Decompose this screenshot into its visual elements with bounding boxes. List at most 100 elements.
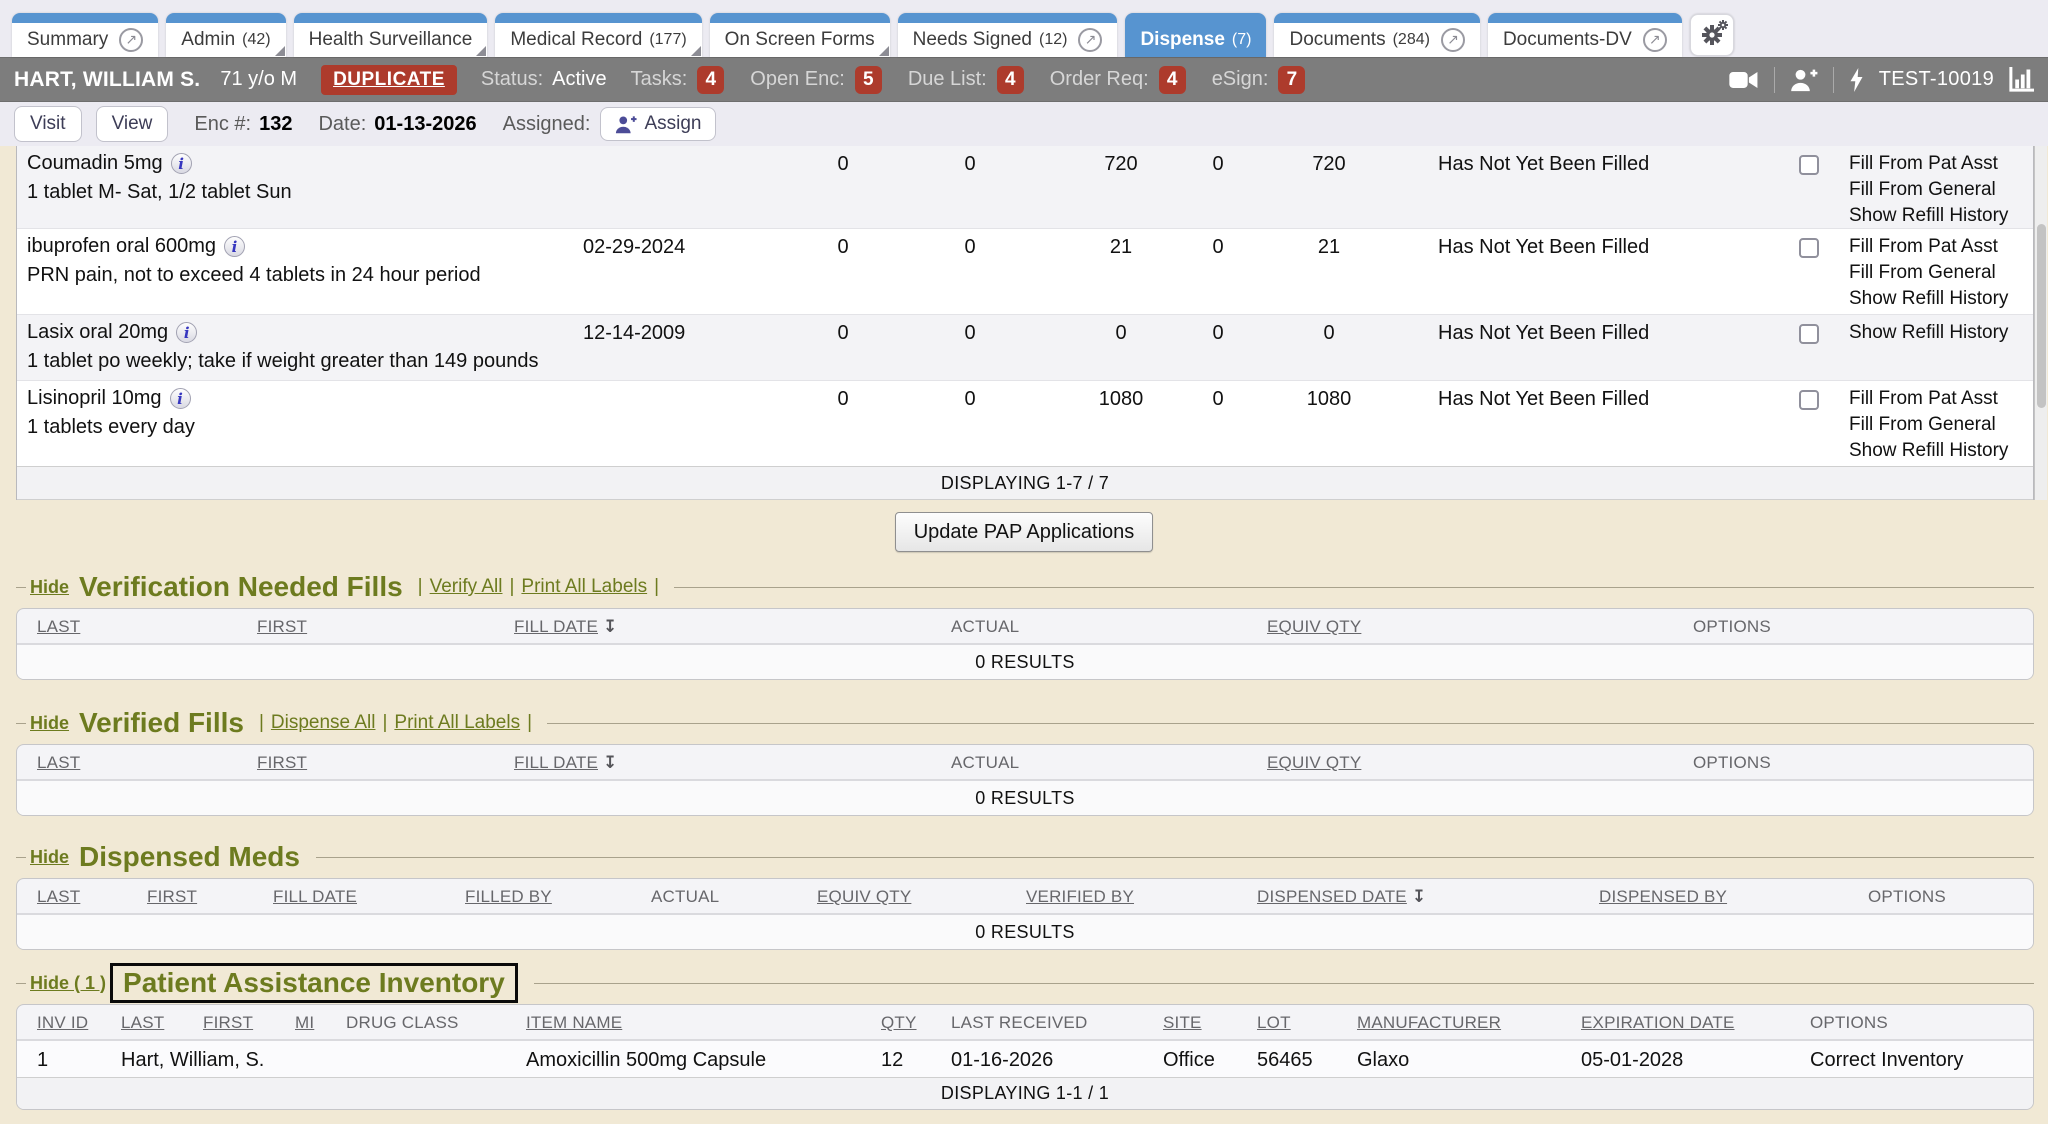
- tab-summary[interactable]: Summary↗: [12, 13, 158, 57]
- verify-all-link[interactable]: Verify All: [430, 576, 503, 598]
- column-header-site[interactable]: SITE: [1163, 1013, 1202, 1033]
- counter-badge[interactable]: 7: [1278, 66, 1305, 94]
- hide-link[interactable]: Hide: [30, 713, 69, 734]
- tab-admin[interactable]: Admin(42): [166, 13, 285, 57]
- assign-button[interactable]: Assign: [600, 107, 716, 141]
- column-header-last-received: LAST RECEIVED: [951, 1013, 1087, 1033]
- info-icon[interactable]: i: [224, 236, 245, 257]
- status-label: Status:: [481, 68, 543, 91]
- hide-link[interactable]: Hide ( 1 ): [30, 973, 106, 994]
- med-checkbox[interactable]: [1799, 238, 1819, 258]
- column-header-first[interactable]: FIRST: [147, 887, 197, 907]
- med-checkbox[interactable]: [1799, 155, 1819, 175]
- column-header-filled-by[interactable]: FILLED BY: [465, 887, 552, 907]
- dispense-all-link[interactable]: Dispense All: [271, 712, 376, 734]
- tab-count-badge: (284): [1393, 31, 1430, 49]
- correct-inventory-link[interactable]: Correct Inventory: [1810, 1049, 1963, 1072]
- print-all-labels-link[interactable]: Print All Labels: [394, 712, 520, 734]
- column-header-mi[interactable]: MI: [295, 1013, 314, 1033]
- tab-needs-signed[interactable]: Needs Signed(12)↗: [898, 13, 1118, 57]
- column-header-equiv-qty[interactable]: EQUIV QTY: [1267, 753, 1361, 773]
- column-header-first[interactable]: FIRST: [257, 753, 307, 773]
- show-refill-history-link[interactable]: Show Refill History: [1849, 286, 2008, 312]
- external-link-icon[interactable]: ↗: [1643, 28, 1667, 52]
- tab-dispense[interactable]: Dispense(7): [1125, 13, 1266, 57]
- show-refill-history-link[interactable]: Show Refill History: [1849, 438, 2008, 464]
- column-header-first[interactable]: FIRST: [257, 617, 307, 637]
- med-checkbox[interactable]: [1799, 324, 1819, 344]
- tab-health-surveillance[interactable]: Health Surveillance: [294, 13, 488, 57]
- info-icon[interactable]: i: [176, 322, 197, 343]
- section-header: Hide Dispensed Meds: [16, 836, 2034, 878]
- update-pap-button[interactable]: Update PAP Applications: [895, 512, 1154, 552]
- tab-documents-dv[interactable]: Documents-DV↗: [1488, 13, 1682, 57]
- column-header-manufacturer[interactable]: MANUFACTURER: [1357, 1013, 1501, 1033]
- fill-status: Has Not Yet Been Filled: [1438, 322, 1649, 345]
- column-header-expiration-date[interactable]: EXPIRATION DATE: [1581, 1013, 1735, 1033]
- column-header-last[interactable]: LAST: [121, 1013, 164, 1033]
- info-icon[interactable]: i: [170, 388, 191, 409]
- section-table: INV IDLASTFIRSTMIDRUG CLASSITEM NAMEQTYL…: [16, 1004, 2034, 1110]
- sort-desc-icon: ↧: [603, 617, 617, 637]
- counter-badge[interactable]: 5: [855, 66, 882, 94]
- med-qty-value: 0: [1115, 322, 1126, 345]
- fill-from-general-link[interactable]: Fill From General: [1849, 260, 2008, 286]
- column-header-inv-id[interactable]: INV ID: [37, 1013, 88, 1033]
- meds-rows: Coumadin 5mgi1 tablet M- Sat, 1/2 tablet…: [17, 146, 2033, 466]
- column-header-first[interactable]: FIRST: [203, 1013, 253, 1033]
- video-call-icon[interactable]: [1729, 69, 1759, 91]
- external-link-icon[interactable]: ↗: [1078, 28, 1102, 52]
- fill-from-general-link[interactable]: Fill From General: [1849, 412, 2008, 438]
- column-header-last[interactable]: LAST: [37, 887, 80, 907]
- section-title: Dispensed Meds: [79, 841, 300, 873]
- add-user-icon[interactable]: [1790, 68, 1818, 92]
- column-header-qty[interactable]: QTY: [881, 1013, 917, 1033]
- fill-from-general-link[interactable]: Fill From General: [1849, 177, 2008, 203]
- column-header-equiv-qty[interactable]: EQUIV QTY: [817, 887, 911, 907]
- column-header-last[interactable]: LAST: [37, 617, 80, 637]
- counter-badge[interactable]: 4: [697, 66, 724, 94]
- vertical-scrollbar[interactable]: [2034, 146, 2047, 500]
- external-link-icon[interactable]: ↗: [119, 28, 143, 52]
- column-header-fill-date[interactable]: FILL DATE↧: [514, 617, 617, 637]
- column-header-equiv-qty[interactable]: EQUIV QTY: [1267, 617, 1361, 637]
- tab-on-screen-forms[interactable]: On Screen Forms: [710, 13, 890, 57]
- tab-medical-record[interactable]: Medical Record(177): [495, 13, 701, 57]
- info-icon[interactable]: i: [171, 153, 192, 174]
- column-header-verified-by[interactable]: VERIFIED BY: [1026, 887, 1134, 907]
- counter-badge[interactable]: 4: [1159, 66, 1186, 94]
- column-header-fill-date[interactable]: FILL DATE↧: [514, 753, 617, 773]
- column-header-dispensed-by[interactable]: DISPENSED BY: [1599, 887, 1727, 907]
- settings-button[interactable]: [1690, 14, 1734, 56]
- fill-from-pat-asst-link[interactable]: Fill From Pat Asst: [1849, 386, 2008, 412]
- counter-badge[interactable]: 4: [997, 66, 1024, 94]
- column-header-fill-date[interactable]: FILL DATE: [273, 887, 357, 907]
- print-all-labels-link[interactable]: Print All Labels: [521, 576, 647, 598]
- lightning-icon[interactable]: [1849, 68, 1864, 92]
- column-header-last[interactable]: LAST: [37, 753, 80, 773]
- scrollbar-thumb[interactable]: [2037, 224, 2046, 408]
- counter-label: Tasks:: [631, 68, 688, 91]
- divider: [534, 983, 2034, 984]
- fill-from-pat-asst-link[interactable]: Fill From Pat Asst: [1849, 234, 2008, 260]
- hide-link[interactable]: Hide: [30, 577, 69, 598]
- column-header-lot[interactable]: LOT: [1257, 1013, 1291, 1033]
- column-header-dispensed-date[interactable]: DISPENSED DATE↧: [1257, 887, 1426, 907]
- hide-link[interactable]: Hide: [30, 847, 69, 868]
- med-checkbox[interactable]: [1799, 390, 1819, 410]
- external-link-icon[interactable]: ↗: [1441, 28, 1465, 52]
- show-refill-history-link[interactable]: Show Refill History: [1849, 203, 2008, 229]
- column-header-item-name[interactable]: ITEM NAME: [526, 1013, 622, 1033]
- med-sig: 1 tablet M- Sat, 1/2 tablet Sun: [27, 181, 292, 204]
- med-row-lisinopril-10mg: Lisinopril 10mgi1 tablets every day00108…: [17, 380, 2033, 466]
- tab-documents[interactable]: Documents(284)↗: [1274, 13, 1479, 57]
- visit-button[interactable]: Visit: [14, 106, 82, 142]
- counter-label: eSign:: [1212, 68, 1269, 91]
- fill-from-pat-asst-link[interactable]: Fill From Pat Asst: [1849, 151, 2008, 177]
- chart-icon[interactable]: [2009, 67, 2034, 92]
- med-name-wrap: Lisinopril 10mgi: [27, 387, 191, 410]
- duplicate-badge[interactable]: DUPLICATE: [321, 65, 457, 95]
- view-button[interactable]: View: [96, 106, 169, 142]
- med-qty-value: 0: [1212, 322, 1223, 345]
- show-refill-history-link[interactable]: Show Refill History: [1849, 320, 2008, 346]
